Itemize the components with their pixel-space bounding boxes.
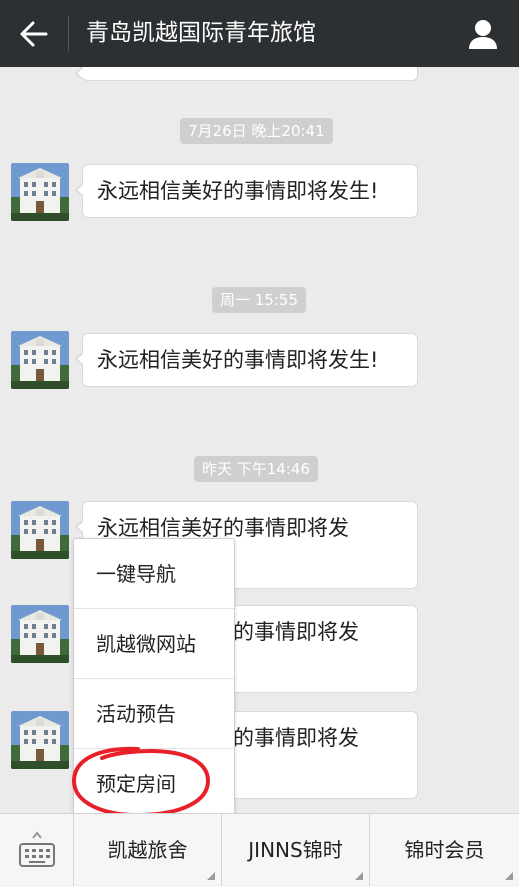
- menu-button-kaiyue-hostel[interactable]: 凯越旅舍: [74, 814, 222, 886]
- message-bubble[interactable]: 永远相信美好的事情即将发生!: [75, 164, 418, 218]
- message-text: 永远相信美好的事情即将发: [97, 516, 349, 540]
- hostel-building-avatar: [11, 605, 69, 663]
- keyboard-toggle-button[interactable]: [0, 814, 74, 886]
- menu-item-book-room[interactable]: 预定房间: [74, 749, 234, 819]
- menu-button-label: JINNS锦时: [248, 838, 343, 862]
- keyboard-icon: [18, 831, 55, 867]
- profile-button[interactable]: [463, 14, 503, 54]
- menu-button-label: 凯越旅舍: [107, 838, 188, 862]
- menu-button-label: 锦时会员: [404, 838, 485, 862]
- hostel-building-avatar: [11, 501, 69, 559]
- timestamp: 昨天 下午14:46: [194, 456, 318, 482]
- menu-item-events[interactable]: 活动预告: [74, 679, 234, 749]
- arrow-left-icon: [20, 21, 48, 46]
- back-button[interactable]: [0, 0, 68, 67]
- avatar[interactable]: [11, 331, 69, 389]
- message-bubble-partial: [75, 67, 418, 81]
- timestamp: 周一 15:55: [212, 287, 306, 313]
- top-bar: 青岛凯越国际青年旅馆: [0, 0, 519, 67]
- message-text: 的事情即将发: [233, 620, 359, 644]
- menu-button-membership[interactable]: 锦时会员: [370, 814, 519, 886]
- message-bubble[interactable]: 永远相信美好的事情即将发生!: [75, 333, 418, 387]
- popup-menu: 一键导航 凯越微网站 活动预告 预定房间: [73, 538, 235, 818]
- menu-button-jinns[interactable]: JINNS锦时: [222, 814, 370, 886]
- avatar[interactable]: [11, 163, 69, 221]
- person-icon: [469, 20, 497, 49]
- message-text: 的事情即将发: [233, 726, 359, 750]
- bottom-menu-bar: 凯越旅舍 JINNS锦时 锦时会员: [0, 813, 519, 886]
- submenu-corner-icon: [355, 872, 363, 880]
- submenu-corner-icon: [505, 872, 513, 880]
- timestamp: 7月26日 晚上20:41: [180, 118, 333, 144]
- submenu-corner-icon: [207, 872, 215, 880]
- avatar[interactable]: [11, 605, 69, 663]
- header-divider: [68, 16, 69, 51]
- hostel-building-avatar: [11, 331, 69, 389]
- hostel-building-avatar: [11, 163, 69, 221]
- avatar[interactable]: [11, 501, 69, 559]
- page-title: 青岛凯越国际青年旅馆: [86, 20, 316, 46]
- avatar[interactable]: [11, 711, 69, 769]
- menu-item-website[interactable]: 凯越微网站: [74, 609, 234, 679]
- menu-item-navigation[interactable]: 一键导航: [74, 539, 234, 609]
- hostel-building-avatar: [11, 711, 69, 769]
